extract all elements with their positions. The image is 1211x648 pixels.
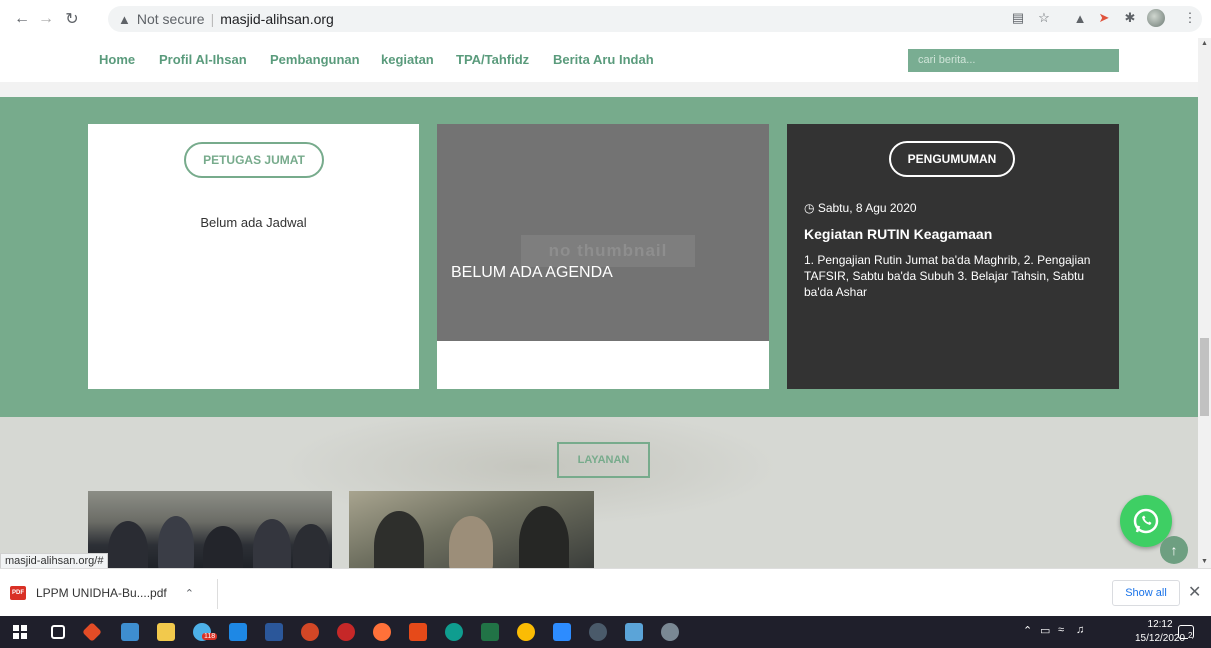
task-view-icon[interactable] — [51, 625, 65, 639]
site-navbar: Home Profil Al-Ihsan Pembangunan kegiata… — [0, 38, 1198, 82]
nav-home[interactable]: Home — [99, 52, 135, 67]
browser-app-icon[interactable] — [661, 623, 679, 641]
back-arrow-icon[interactable]: ← — [10, 7, 34, 31]
warning-triangle-icon: ▲ — [118, 11, 131, 27]
wifi-icon[interactable]: ≈ — [1058, 624, 1064, 636]
window-app-icon[interactable] — [625, 623, 643, 641]
download-item[interactable]: PDF LPPM UNIDHA-Bu....pdf ⌃ — [10, 569, 194, 617]
download-file-name: LPPM UNIDHA-Bu....pdf — [36, 586, 167, 600]
nav-kegiatan[interactable]: kegiatan — [381, 52, 434, 67]
scroll-up-arrow-icon[interactable]: ▲ — [1201, 40, 1208, 47]
no-thumbnail-label: no thumbnail — [521, 235, 695, 267]
petugas-message: Belum ada Jadwal — [200, 215, 307, 230]
edge-icon[interactable] — [445, 623, 463, 641]
app-badge: 118 — [202, 633, 218, 640]
nav-profil[interactable]: Profil Al-Ihsan — [159, 52, 247, 67]
zoom-icon[interactable] — [553, 623, 571, 641]
close-icon[interactable]: ✕ — [1188, 582, 1201, 602]
service-photo-group[interactable] — [88, 491, 332, 568]
page-viewport: Home Profil Al-Ihsan Pembangunan kegiata… — [0, 38, 1198, 568]
page-scrollbar[interactable]: ▲ ▼ — [1198, 38, 1211, 568]
volume-icon[interactable]: ♫ — [1076, 624, 1084, 636]
security-label: Not secure — [136, 11, 205, 27]
scroll-to-top-button[interactable]: ↑ — [1160, 536, 1188, 564]
petugas-jumat-card: PETUGAS JUMAT Belum ada Jadwal — [88, 124, 419, 389]
info-section: PETUGAS JUMAT Belum ada Jadwal no thumbn… — [0, 97, 1198, 417]
notification-center-icon[interactable]: 2 — [1178, 625, 1194, 640]
clock-icon: ◷ — [804, 201, 815, 215]
reload-icon[interactable]: ↻ — [60, 7, 84, 31]
excel-icon[interactable] — [481, 623, 499, 641]
firefox-icon[interactable] — [373, 623, 391, 641]
petugas-jumat-button[interactable]: PETUGAS JUMAT — [184, 142, 324, 178]
pengumuman-button[interactable]: PENGUMUMAN — [889, 141, 1015, 177]
powerpoint-icon[interactable] — [301, 623, 319, 641]
app-icon[interactable] — [589, 623, 607, 641]
word-icon[interactable] — [265, 623, 283, 641]
agenda-thumbnail: no thumbnail BELUM ADA AGENDA — [437, 124, 769, 341]
forward-arrow-icon[interactable]: → — [34, 7, 58, 31]
store-icon[interactable] — [121, 623, 139, 641]
scrollbar-thumb[interactable] — [1200, 338, 1209, 416]
layanan-button[interactable]: LAYANAN — [557, 442, 650, 478]
status-bar-url: masjid-alihsan.org/# — [0, 553, 109, 568]
acrobat-icon[interactable] — [337, 623, 355, 641]
mail-icon[interactable] — [229, 623, 247, 641]
whatsapp-icon — [1133, 508, 1159, 534]
pengumuman-card: PENGUMUMAN ◷ Sabtu, 8 Agu 2020 Kegiatan … — [787, 124, 1119, 389]
service-photo-work[interactable] — [349, 491, 594, 568]
nav-tpa-tahfidz[interactable]: TPA/Tahfidz — [456, 52, 529, 67]
drive-extension-icon[interactable]: ▲ — [1070, 8, 1090, 28]
chrome-icon[interactable] — [517, 623, 535, 641]
profile-avatar-icon[interactable] — [1146, 8, 1166, 28]
file-explorer-icon[interactable] — [157, 623, 175, 641]
nav-pembangunan[interactable]: Pembangunan — [270, 52, 360, 67]
browser-toolbar: ← → ↻ ▲ Not secure | masjid-alihsan.org … — [0, 0, 1211, 38]
announcement-title[interactable]: Kegiatan RUTIN Keagamaan — [804, 226, 992, 242]
translate-icon[interactable]: ▤ — [1008, 8, 1028, 28]
agenda-card[interactable]: no thumbnail BELUM ADA AGENDA — [437, 124, 769, 389]
battery-icon[interactable]: ▭ — [1040, 624, 1050, 637]
pdf-file-icon: PDF — [10, 586, 26, 600]
git-app-icon[interactable] — [82, 622, 102, 642]
search-input[interactable]: cari berita... — [908, 49, 1119, 72]
chevron-up-icon[interactable]: ⌃ — [185, 587, 194, 600]
announcement-date: ◷ Sabtu, 8 Agu 2020 — [804, 201, 917, 215]
show-all-button[interactable]: Show all — [1112, 580, 1180, 606]
chat-app-icon[interactable]: 118 — [193, 623, 218, 641]
extensions-puzzle-icon[interactable]: ✱ — [1120, 8, 1140, 28]
agenda-message: BELUM ADA AGENDA — [451, 264, 613, 281]
layanan-section: LAYANAN — [0, 417, 1198, 568]
url-text: masjid-alihsan.org — [220, 11, 334, 27]
extension-arrow-icon[interactable]: ➤ — [1094, 8, 1114, 28]
windows-start-icon[interactable] — [13, 625, 27, 639]
menu-kebab-icon[interactable]: ⋮ — [1180, 8, 1200, 28]
scroll-down-arrow-icon[interactable]: ▼ — [1201, 558, 1208, 565]
download-shelf: PDF LPPM UNIDHA-Bu....pdf ⌃ Show all ✕ — [0, 568, 1211, 616]
windows-taskbar: 118 ⌃ ▭ ≈ ♫ 12:12 15/12/2020 2 — [0, 616, 1211, 648]
xampp-icon[interactable] — [409, 623, 427, 641]
announcement-body: 1. Pengajian Rutin Jumat ba'da Maghrib, … — [804, 253, 1091, 299]
chevron-up-tray-icon[interactable]: ⌃ — [1023, 624, 1032, 637]
nav-berita[interactable]: Berita Aru Indah — [553, 52, 654, 67]
bookmark-star-icon[interactable]: ☆ — [1034, 8, 1054, 28]
